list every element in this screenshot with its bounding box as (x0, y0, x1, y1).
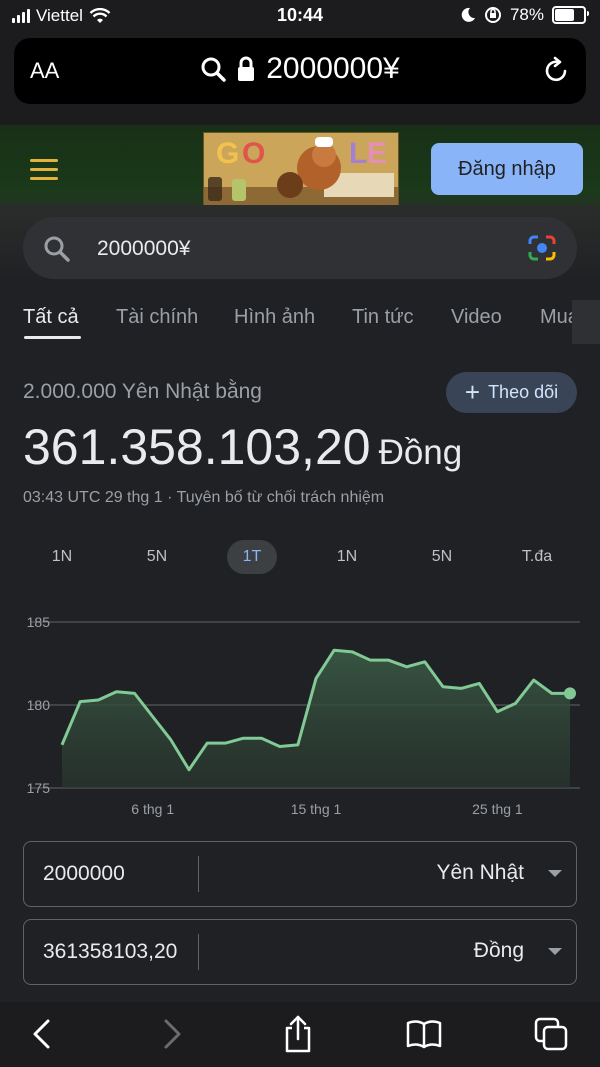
search-icon (44, 236, 70, 262)
conversion-timestamp[interactable]: 03:43 UTC 29 thg 1 · Tuyên bố từ chối tr… (23, 489, 384, 507)
active-tab-indicator (24, 336, 81, 339)
tab-images[interactable]: Hình ảnh (234, 306, 315, 329)
search-input[interactable]: 2000000¥ (23, 217, 577, 279)
search-tabs: Tất cả Tài chính Hình ảnh Tin tức Video … (0, 300, 600, 344)
y-tick-label: 185 (27, 614, 51, 630)
svg-text:E: E (367, 137, 387, 170)
follow-label: Theo dõi (488, 382, 559, 402)
lock-icon (238, 56, 255, 81)
range-button[interactable]: 1T (227, 540, 277, 574)
field-divider (198, 856, 199, 892)
dropdown-arrow-icon[interactable] (548, 948, 562, 955)
battery-icon (552, 6, 589, 24)
search-query: 2000000¥ (97, 237, 191, 260)
tab-all[interactable]: Tất cả (23, 306, 79, 329)
range-button[interactable]: 1N (322, 540, 372, 574)
status-bar: Viettel 10:44 78% (0, 0, 600, 32)
tabs-fade (572, 300, 600, 344)
svg-text:L: L (349, 137, 367, 170)
field-divider (198, 934, 199, 970)
svg-text:O: O (242, 137, 265, 170)
to-amount-field[interactable]: 361358103,20 Đồng (23, 919, 577, 985)
forward-icon[interactable] (160, 1018, 184, 1050)
conversion-source-label: 2.000.000 Yên Nhật bằng (23, 380, 262, 403)
tab-finance[interactable]: Tài chính (116, 306, 198, 329)
to-currency-select[interactable]: Đồng (474, 939, 524, 963)
do-not-disturb-icon (461, 7, 475, 22)
tab-news[interactable]: Tin tức (352, 306, 414, 329)
x-tick-label: 6 thg 1 (131, 801, 174, 817)
bookmarks-icon[interactable] (406, 1019, 442, 1049)
share-icon[interactable] (282, 1014, 314, 1054)
dropdown-arrow-icon[interactable] (548, 870, 562, 877)
y-tick-label: 175 (27, 780, 51, 796)
chart-endpoint (564, 687, 576, 700)
conversion-result: 361.358.103,20 Đồng (23, 418, 462, 476)
result-currency: Đồng (378, 433, 463, 472)
to-amount-value[interactable]: 361358103,20 (43, 940, 193, 964)
address-bar[interactable]: AA 2000000¥ (14, 38, 586, 104)
google-lens-icon[interactable] (527, 234, 557, 262)
tabs-icon[interactable] (534, 1017, 568, 1051)
exchange-rate-chart[interactable]: 175 180 185 6 thg 1 15 thg 1 25 thg 1 (0, 600, 600, 830)
plus-icon: + (464, 376, 481, 407)
range-selector: 1N 5N 1T 1N 5N T.đa (0, 540, 600, 574)
range-button[interactable]: 1N (37, 540, 87, 574)
follow-button[interactable]: + Theo dõi (446, 372, 577, 413)
range-button[interactable]: T.đa (512, 540, 562, 574)
tab-video[interactable]: Video (451, 306, 502, 329)
y-tick-label: 180 (27, 697, 51, 713)
back-icon[interactable] (30, 1018, 54, 1050)
menu-icon[interactable] (30, 159, 58, 186)
result-value: 361.358.103,20 (23, 419, 371, 475)
browser-chrome: AA 2000000¥ (0, 32, 600, 125)
x-tick-label: 15 thg 1 (291, 801, 342, 817)
url-display[interactable]: 2000000¥ (14, 52, 586, 86)
from-currency-select[interactable]: Yên Nhật (436, 861, 524, 885)
chart-area (62, 650, 570, 788)
orientation-lock-icon (484, 7, 501, 23)
svg-text:G: G (216, 137, 239, 170)
from-amount-field[interactable]: 2000000 Yên Nhật (23, 841, 577, 907)
range-button[interactable]: 5N (417, 540, 467, 574)
x-tick-label: 25 thg 1 (472, 801, 523, 817)
search-area: 2000000¥ (0, 205, 600, 280)
status-right: 78% (460, 5, 589, 25)
search-icon (201, 57, 226, 82)
sign-in-button[interactable]: Đăng nhập (431, 143, 583, 195)
battery-percent: 78% (509, 5, 544, 24)
reload-icon[interactable] (542, 56, 570, 86)
range-button[interactable]: 5N (132, 540, 182, 574)
google-doodle[interactable]: G O L E (203, 132, 399, 212)
from-amount-value[interactable]: 2000000 (43, 862, 193, 886)
browser-toolbar (0, 1002, 600, 1067)
url-text: 2000000¥ (266, 52, 400, 85)
